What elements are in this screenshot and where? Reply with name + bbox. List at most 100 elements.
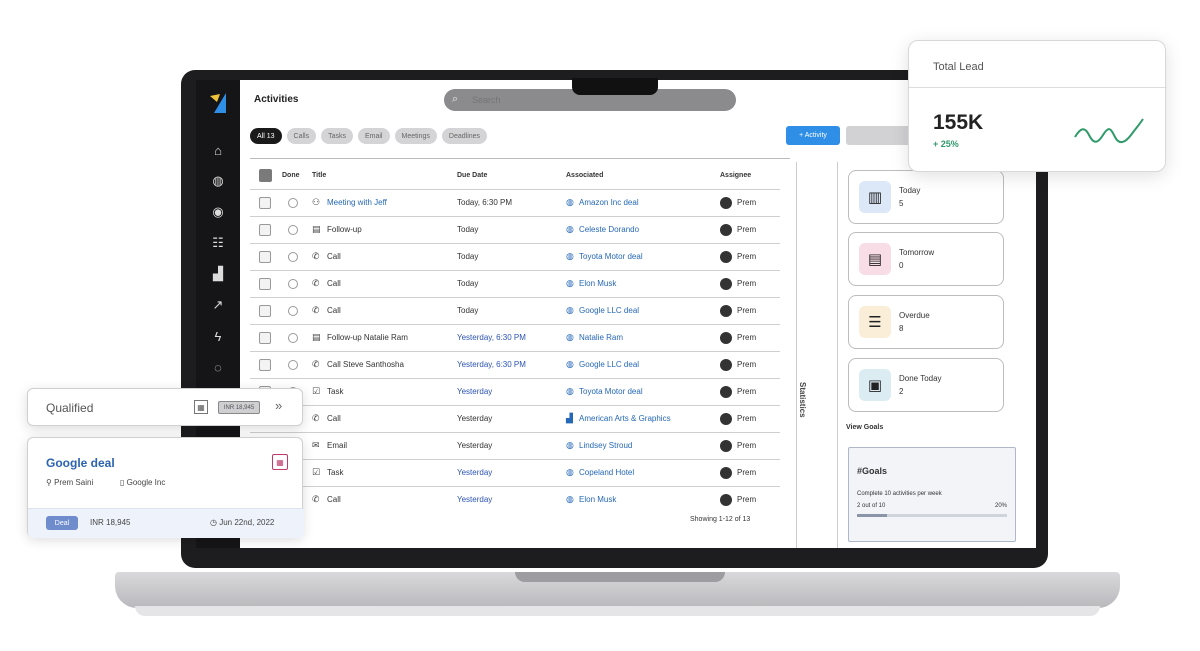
reports-icon[interactable]: ↗	[208, 295, 228, 315]
activity-title[interactable]: Meeting with Jeff	[327, 198, 387, 207]
page-title: Activities	[254, 94, 299, 105]
done-toggle[interactable]	[288, 333, 298, 343]
associated-link[interactable]: Natalie Ram	[579, 333, 623, 342]
deal-icon: ◍	[566, 494, 574, 504]
done-toggle[interactable]	[288, 360, 298, 370]
done-toggle[interactable]	[288, 198, 298, 208]
table-row[interactable]: ▤ Follow-up Natalie Ram Yesterday, 6:30 PM…	[250, 324, 780, 351]
column-header-assignee[interactable]: Assignee	[720, 172, 751, 179]
statistics-toggle[interactable]: Statistics	[796, 162, 838, 548]
activity-title[interactable]: Call	[327, 306, 341, 315]
associated-link[interactable]: Elon Musk	[579, 279, 616, 288]
table-row[interactable]: ⚇ Meeting with Jeff Today, 6:30 PM ◍ Amazon …	[250, 189, 780, 216]
row-checkbox[interactable]	[259, 251, 271, 263]
associated-link[interactable]: Toyota Motor deal	[579, 387, 643, 396]
column-header-due-date[interactable]: Due Date	[457, 172, 487, 179]
row-checkbox[interactable]	[259, 197, 271, 209]
activity-title[interactable]: Call	[327, 279, 341, 288]
stat-card-tomorrow[interactable]: ▤ Tomorrow 0	[848, 232, 1004, 286]
column-header-associated[interactable]: Associated	[566, 172, 603, 179]
done-toggle[interactable]	[288, 252, 298, 262]
calendar-icon[interactable]: ▦	[272, 454, 288, 470]
stat-card-overdue[interactable]: ☰ Overdue 8	[848, 295, 1004, 349]
activity-title[interactable]: Call	[327, 252, 341, 261]
stage-menu-icon[interactable]: ▦	[194, 400, 208, 414]
done-toggle[interactable]	[288, 306, 298, 316]
call-icon: ✆	[312, 251, 320, 261]
deal-icon: ◍	[566, 197, 574, 207]
filter-chip[interactable]: Email	[357, 128, 390, 144]
filter-chip[interactable]: Tasks	[321, 128, 353, 144]
deal-icon: ◍	[566, 440, 574, 450]
table-row[interactable]: ✆ Call Today ◍ Elon Musk Prem	[250, 270, 780, 297]
stage-title: Qualified	[46, 401, 94, 415]
view-toggle-button[interactable]	[846, 126, 912, 145]
activity-title[interactable]: Follow-up	[327, 225, 362, 234]
activity-title[interactable]: Task	[327, 468, 343, 477]
table-row[interactable]: ▤ Follow-up Today ◍ Celeste Dorando Prem	[250, 216, 780, 243]
table-row[interactable]: ✆ Call Yesterday ▟ American Arts & Graphics P…	[250, 405, 780, 432]
deal-tag: Deal	[46, 516, 78, 530]
stat-count: 0	[899, 261, 904, 270]
associated-link[interactable]: Toyota Motor deal	[579, 252, 643, 261]
column-header-title[interactable]: Title	[312, 172, 326, 179]
associated-link[interactable]: American Arts & Graphics	[579, 414, 671, 423]
stat-card-today[interactable]: ▥ Today 5	[848, 170, 1004, 224]
row-checkbox[interactable]	[259, 224, 271, 236]
activity-title[interactable]: Task	[327, 387, 343, 396]
associated-link[interactable]: Copeland Hotel	[579, 468, 634, 477]
associated-link[interactable]: Google LLC deal	[579, 306, 639, 315]
company-icon: ▟	[566, 413, 573, 423]
home-icon[interactable]: ⌂	[208, 140, 228, 160]
table-row[interactable]: ✆ Call Yesterday ◍ Elon Musk Prem	[250, 486, 780, 513]
location-icon[interactable]: ◌	[208, 357, 228, 377]
deal-card[interactable]: Google deal ▦ ⚲ Prem Saini ▯ Google Inc …	[27, 437, 304, 538]
done-toggle[interactable]	[288, 279, 298, 289]
search-input[interactable]	[472, 93, 712, 107]
filter-chip[interactable]: All 13	[250, 128, 282, 144]
column-header-done[interactable]: Done	[282, 172, 300, 179]
row-checkbox[interactable]	[259, 332, 271, 344]
globe-icon[interactable]: ◍	[208, 171, 228, 191]
row-checkbox[interactable]	[259, 305, 271, 317]
row-checkbox[interactable]	[259, 278, 271, 290]
filter-chip[interactable]: Deadlines	[441, 128, 488, 144]
row-checkbox[interactable]	[259, 359, 271, 371]
associated-link[interactable]: Elon Musk	[579, 495, 616, 504]
filter-chip[interactable]: Calls	[286, 128, 317, 144]
table-row[interactable]: ✆ Call Steve Santhosha Yesterday, 6:30 PM ◍…	[250, 351, 780, 378]
contacts-icon[interactable]: ☷	[208, 233, 228, 253]
chevron-right-icon[interactable]: »	[275, 398, 282, 413]
filter-chip[interactable]: Meetings	[394, 128, 437, 144]
table-row[interactable]: ☑ Task Yesterday ◍ Copeland Hotel Prem	[250, 459, 780, 486]
activity-title[interactable]: Call	[327, 495, 341, 504]
brand-logo-icon[interactable]	[208, 92, 228, 114]
table-row[interactable]: ✆ Call Today ◍ Google LLC deal Prem	[250, 297, 780, 324]
view-goals-link[interactable]: View Goals	[846, 424, 883, 431]
add-activity-button[interactable]: + Activity	[786, 126, 840, 145]
avatar	[720, 440, 732, 452]
activity-title[interactable]: Call Steve Santhosha	[327, 360, 404, 369]
associated-link[interactable]: Amazon Inc deal	[579, 198, 639, 207]
stat-card-done-today[interactable]: ▣ Done Today 2	[848, 358, 1004, 412]
dollar-icon[interactable]: ◉	[208, 202, 228, 222]
activity-title[interactable]: Follow-up Natalie Ram	[327, 333, 408, 342]
associated-link[interactable]: Celeste Dorando	[579, 225, 639, 234]
assignee-name: Prem	[737, 360, 757, 369]
table-row[interactable]: ✉ Email Yesterday ◍ Lindsey Stroud Prem	[250, 432, 780, 459]
associated-link[interactable]: Google LLC deal	[579, 360, 639, 369]
activity-title[interactable]: Email	[327, 441, 347, 450]
deal-icon: ◍	[566, 467, 574, 477]
automation-icon[interactable]: ϟ	[208, 326, 228, 346]
table-row[interactable]: ☑ Task Yesterday ◍ Toyota Motor deal Prem	[250, 378, 780, 405]
associated-link[interactable]: Lindsey Stroud	[579, 441, 632, 450]
goal-card[interactable]: #Goals Complete 10 activities per week 2…	[848, 447, 1016, 542]
table-row[interactable]: ✆ Call Today ◍ Toyota Motor deal Prem	[250, 243, 780, 270]
done-toggle[interactable]	[288, 225, 298, 235]
qualified-stage-card[interactable]: Qualified ▦ INR 18,945 »	[27, 388, 303, 426]
deal-title[interactable]: Google deal	[46, 456, 115, 470]
company-icon[interactable]: ▟	[208, 264, 228, 284]
activity-title[interactable]: Call	[327, 414, 341, 423]
search-icon: ⌕	[452, 93, 459, 105]
select-all-checkbox[interactable]	[259, 169, 272, 182]
